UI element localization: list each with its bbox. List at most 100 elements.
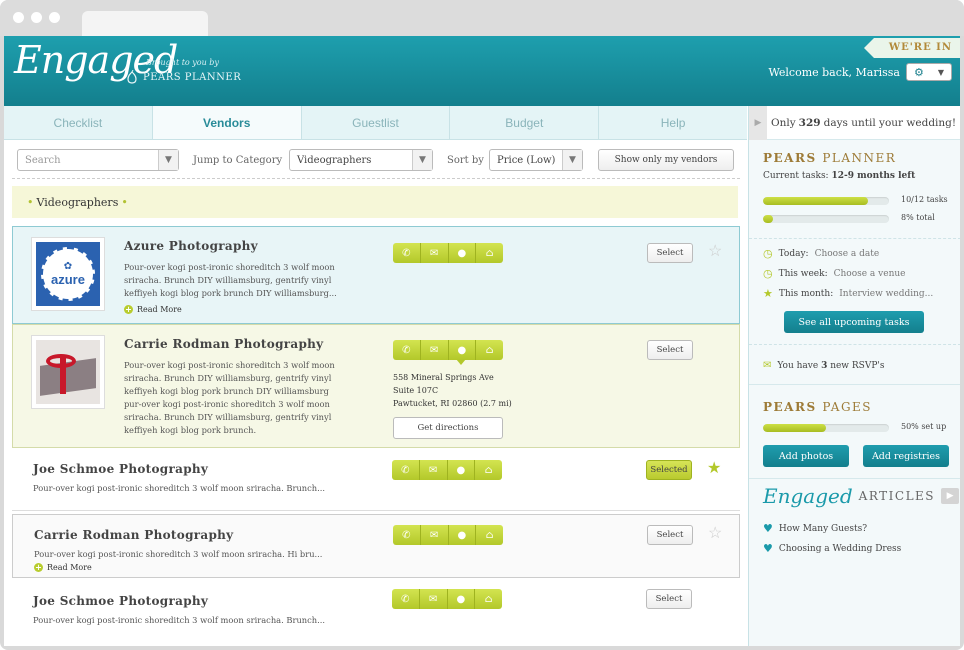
category-select[interactable]: Videographers ▼: [289, 149, 433, 171]
map-pin-icon[interactable]: ●: [449, 340, 477, 360]
read-more-link[interactable]: + Read More: [34, 563, 92, 572]
divider: [749, 478, 960, 479]
search-input[interactable]: Search ▼: [17, 149, 179, 171]
current-tasks: Current tasks: 12-9 months left: [763, 171, 915, 181]
chevron-down-icon[interactable]: ▼: [158, 150, 178, 170]
star-icon[interactable]: ☆: [708, 525, 722, 541]
mail-icon[interactable]: ✉: [421, 243, 449, 263]
phone-icon[interactable]: ✆: [393, 340, 421, 360]
desc-line: pur-over kogi post-ironic shoreditch 3 w…: [124, 399, 330, 409]
select-button[interactable]: Select: [647, 243, 693, 263]
phone-icon[interactable]: ✆: [393, 243, 421, 263]
phone-icon[interactable]: ✆: [392, 460, 420, 480]
home-icon[interactable]: ⌂: [475, 460, 502, 480]
play-arrow-icon[interactable]: ▶: [749, 105, 767, 140]
see-upcoming-tasks-button[interactable]: See all upcoming tasks: [784, 311, 924, 333]
vendor-card[interactable]: Carrie Rodman Photography Pour-over kogi…: [12, 324, 740, 448]
window-control-dot[interactable]: [13, 12, 24, 23]
chevron-down-icon[interactable]: ▼: [412, 150, 432, 170]
tab-vendors[interactable]: Vendors: [152, 106, 302, 139]
read-more-label: Read More: [137, 305, 182, 314]
header: Engaged Brought to you by PEARS PLANNER …: [4, 36, 960, 106]
week-task[interactable]: ◷ This week: Choose a venue: [763, 267, 906, 280]
progress-fill: [763, 424, 826, 432]
add-photos-button[interactable]: Add photos: [763, 445, 849, 467]
today-task[interactable]: ◷ Today: Choose a date: [763, 247, 879, 260]
article-link[interactable]: ♥ How Many Guests?: [763, 522, 867, 535]
tab-guestlist[interactable]: Guestlist: [302, 106, 451, 139]
category-title: Videographers: [36, 195, 119, 209]
browser-tab[interactable]: [82, 11, 208, 36]
select-button[interactable]: Select: [646, 589, 692, 609]
add-registries-button[interactable]: Add registries: [863, 445, 949, 467]
pages-progress-bar: [763, 424, 889, 432]
map-pin-icon[interactable]: ●: [449, 525, 477, 545]
engaged-articles-logo: Engaged: [763, 484, 853, 508]
star-filled-icon[interactable]: ★: [707, 460, 721, 476]
vendor-name[interactable]: Joe Schmoe Photography: [33, 594, 208, 608]
tab-help[interactable]: Help: [599, 106, 747, 139]
show-my-vendors-button[interactable]: Show only my vendors: [598, 149, 734, 171]
vendor-address: 558 Mineral Springs Ave Suite 107C Pawtu…: [393, 371, 512, 410]
azure-logo-text: azure: [51, 272, 85, 287]
vendor-name[interactable]: Carrie Rodman Photography: [34, 528, 233, 542]
get-directions-button[interactable]: Get directions: [393, 417, 503, 439]
desc-line: keffiyeh kogi blog pork brunch.: [124, 425, 257, 435]
mail-icon: ✉: [763, 360, 772, 371]
tab-budget[interactable]: Budget: [450, 106, 600, 139]
vendor-card[interactable]: Joe Schmoe Photography Pour-over kogi po…: [12, 584, 740, 640]
home-icon[interactable]: ⌂: [475, 589, 502, 609]
vendor-card[interactable]: Carrie Rodman Photography Pour-over kogi…: [12, 514, 740, 578]
window-control-dot[interactable]: [31, 12, 42, 23]
vendor-name[interactable]: Azure Photography: [124, 239, 258, 253]
window-control-dot[interactable]: [49, 12, 60, 23]
select-button[interactable]: Select: [647, 340, 693, 360]
map-pin-icon[interactable]: ●: [449, 243, 477, 263]
home-icon[interactable]: ⌂: [476, 340, 503, 360]
total-progress-bar: [763, 215, 889, 223]
rsvp-notice[interactable]: ✉ You have 3 new RSVP's: [763, 360, 884, 371]
sort-select[interactable]: Price (Low) ▼: [489, 149, 583, 171]
pointer-caret: [456, 359, 466, 365]
chevron-down-icon[interactable]: ▼: [562, 150, 582, 170]
category-select-value: Videographers: [297, 154, 372, 166]
phone-icon[interactable]: ✆: [393, 525, 421, 545]
select-button[interactable]: Select: [647, 525, 693, 545]
mail-icon[interactable]: ✉: [421, 525, 449, 545]
main-nav: Checklist Vendors Guestlist Budget Help: [4, 106, 747, 140]
task-label: This week:: [778, 268, 828, 279]
vendor-name[interactable]: Carrie Rodman Photography: [124, 337, 323, 351]
rsvp-post: new RSVP's: [827, 360, 885, 371]
home-icon[interactable]: ⌂: [476, 525, 503, 545]
article-link[interactable]: ♥ Choosing a Wedding Dress: [763, 542, 901, 555]
tab-checklist[interactable]: Checklist: [4, 106, 153, 139]
mail-icon[interactable]: ✉: [420, 589, 448, 609]
month-task[interactable]: ★ This month: Interview wedding...: [763, 287, 933, 300]
sidebar: ▶ Only 329 days until your wedding! PEAR…: [748, 105, 960, 646]
vendor-description: Pour-over kogi post-ironic shoreditch 3 …: [124, 261, 337, 300]
read-more-link[interactable]: + Read More: [124, 305, 182, 314]
selected-button[interactable]: Selected: [646, 460, 692, 480]
progress-fill: [763, 197, 868, 205]
arrow-right-icon[interactable]: ▶: [941, 488, 960, 504]
azure-flower-icon: ✿: [63, 261, 73, 272]
article-title: How Many Guests?: [778, 523, 868, 534]
total-progress-label: 8% total: [901, 213, 935, 222]
mail-icon[interactable]: ✉: [421, 340, 449, 360]
mail-icon[interactable]: ✉: [420, 460, 448, 480]
sort-select-value: Price (Low): [497, 154, 556, 166]
pear-icon: [127, 70, 137, 84]
vendor-name[interactable]: Joe Schmoe Photography: [33, 462, 208, 476]
phone-icon[interactable]: ✆: [392, 589, 420, 609]
vendor-card[interactable]: ✿ azure Azure Photography Pour-over kogi…: [12, 226, 740, 324]
vendor-description: Pour-over kogi post-ironic shoreditch 3 …: [33, 483, 326, 493]
vendor-card[interactable]: Joe Schmoe Photography Pour-over kogi po…: [12, 450, 740, 510]
vendor-logo: ✿ azure: [31, 237, 105, 311]
star-icon[interactable]: ☆: [708, 243, 722, 259]
rsvp-pre: You have: [777, 360, 822, 371]
divider: [12, 178, 740, 179]
home-icon[interactable]: ⌂: [476, 243, 503, 263]
settings-menu-button[interactable]: ⚙ ▼: [906, 63, 952, 81]
map-pin-icon[interactable]: ●: [448, 460, 476, 480]
map-pin-icon[interactable]: ●: [448, 589, 476, 609]
